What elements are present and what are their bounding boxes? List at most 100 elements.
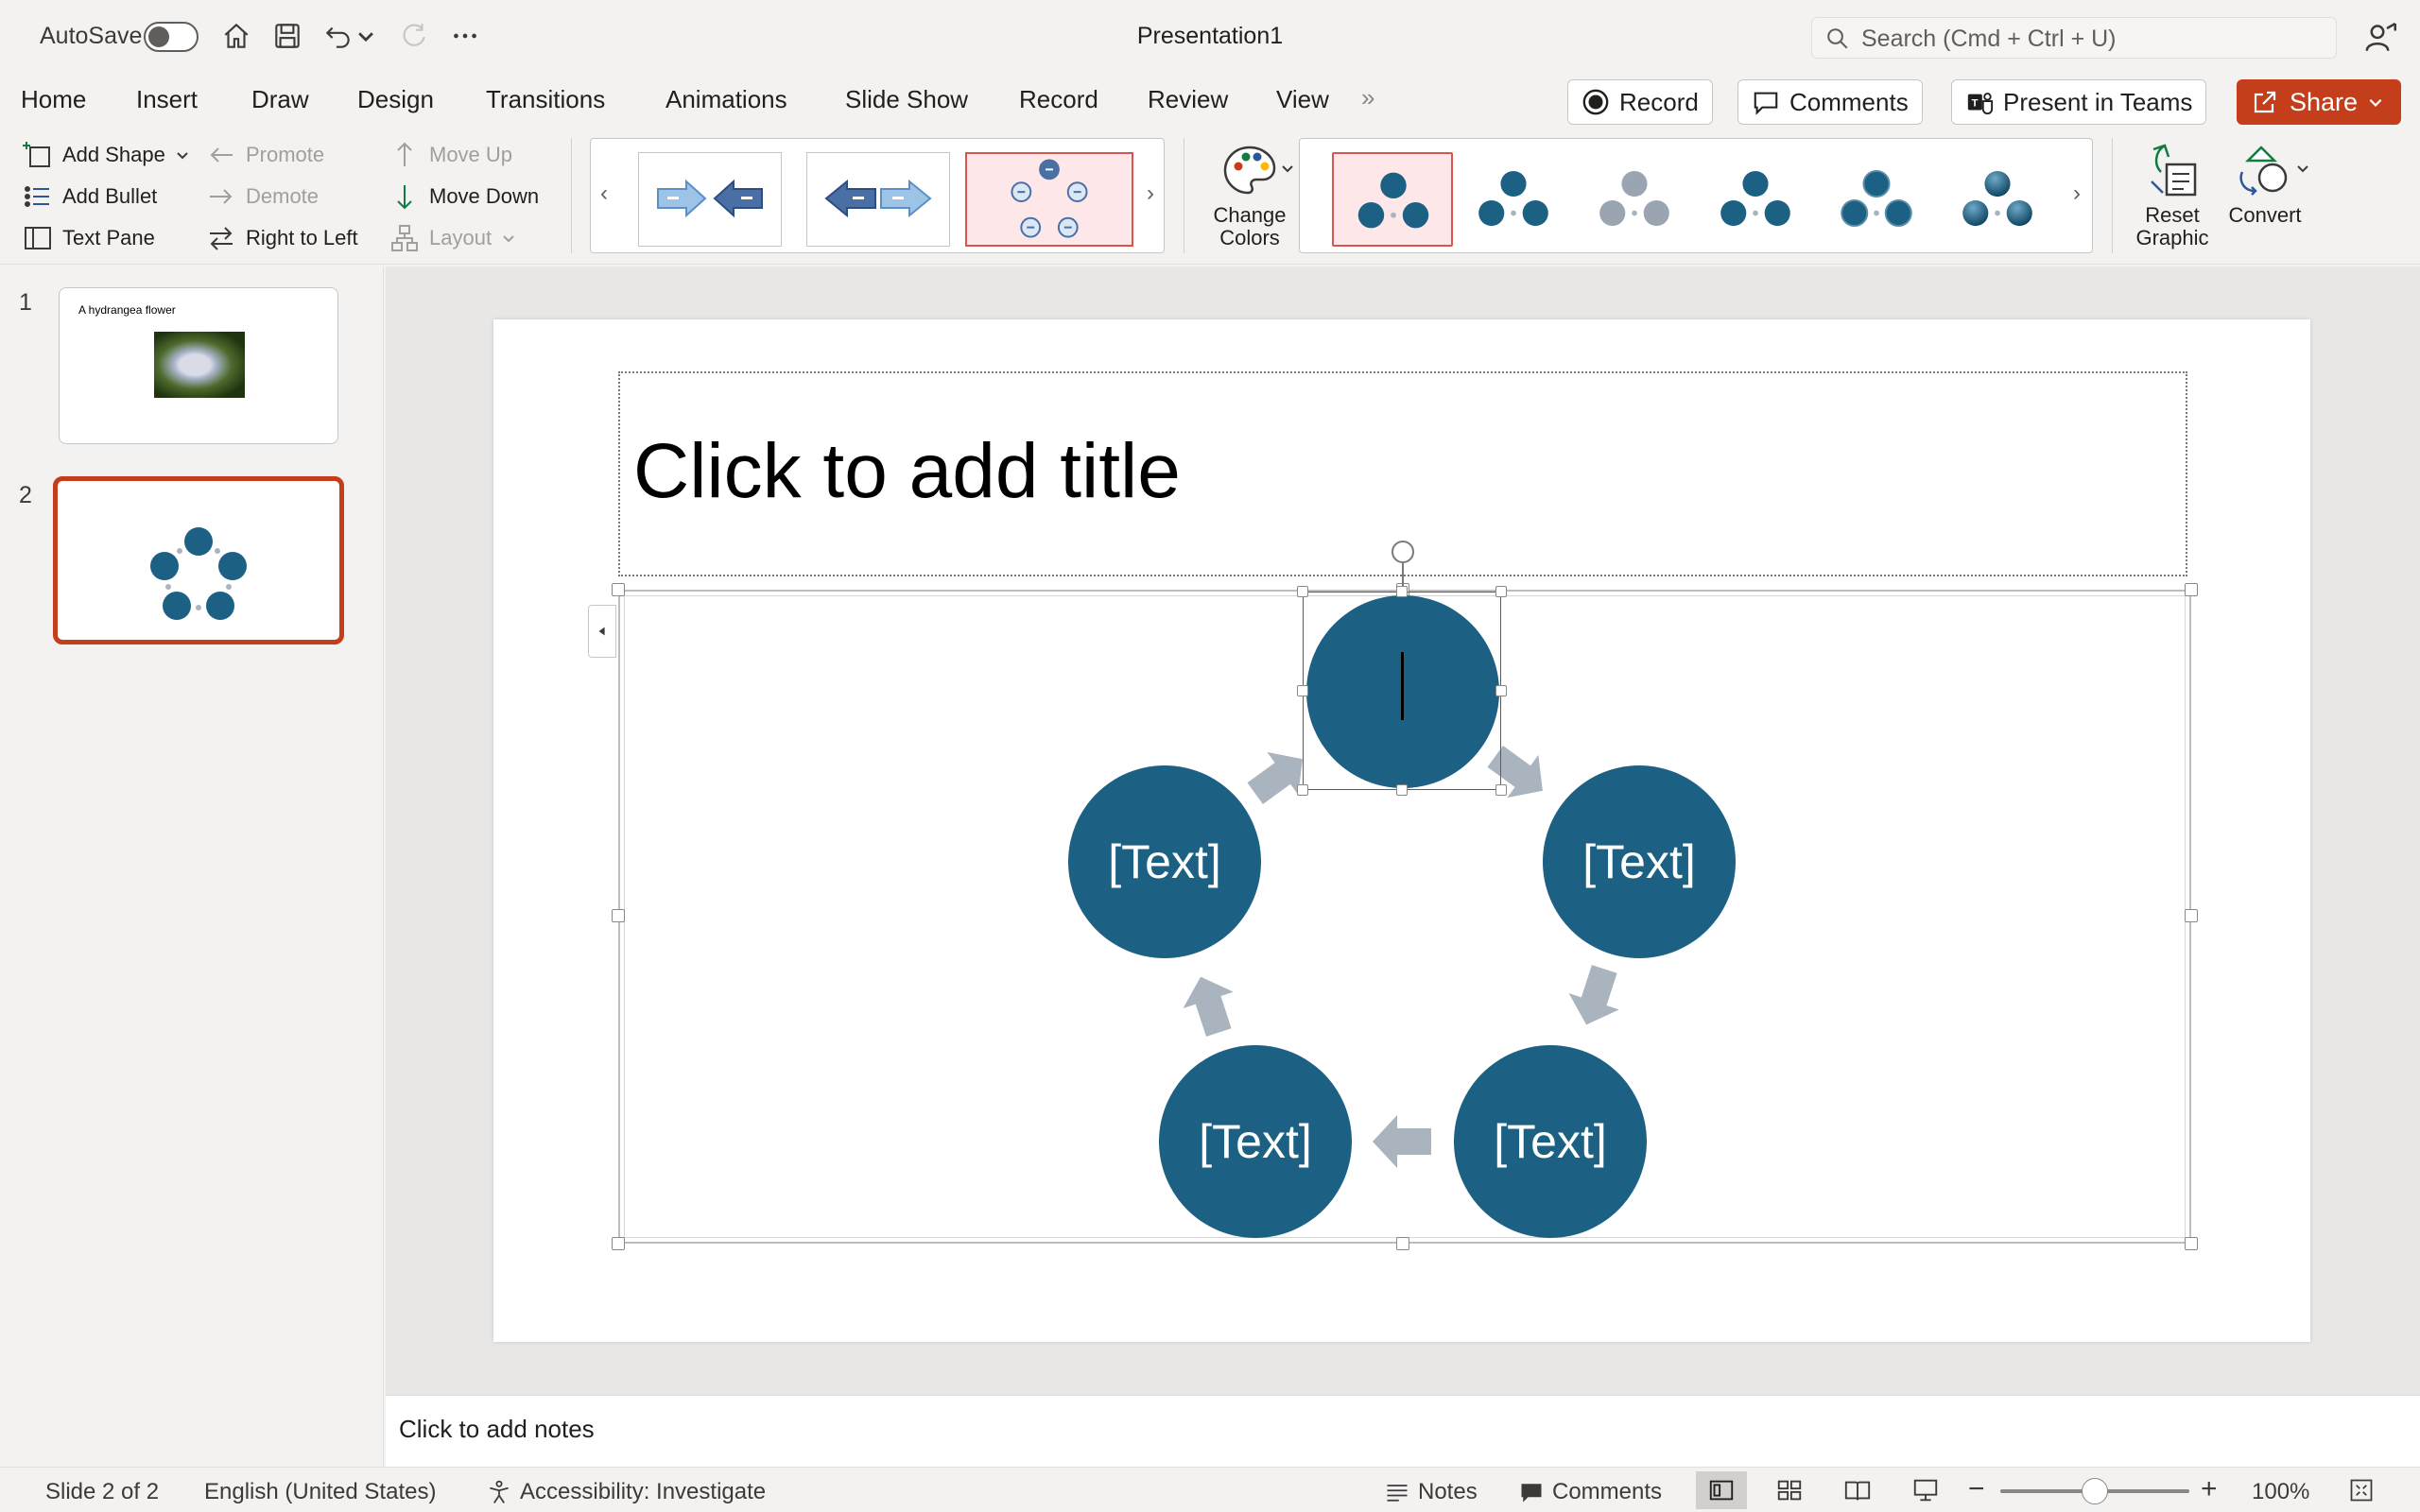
right-to-left-button[interactable]: Right to Left xyxy=(206,223,358,253)
fit-window-icon xyxy=(2350,1479,2373,1502)
tab-record[interactable]: Record xyxy=(1019,85,1098,114)
layout-diverging-arrows[interactable] xyxy=(806,152,950,247)
node-resize-handle[interactable] xyxy=(1495,685,1507,696)
ribbon-separator xyxy=(571,138,572,253)
fit-to-window-button[interactable] xyxy=(2348,1477,2382,1503)
resize-handle[interactable] xyxy=(612,1237,625,1250)
notes-label: Notes xyxy=(1418,1479,1478,1504)
text-pane-icon xyxy=(25,227,51,249)
node-resize-handle[interactable] xyxy=(1495,784,1507,796)
demote-button: Demote xyxy=(206,181,319,212)
text-pane-toggle[interactable] xyxy=(588,605,616,658)
reset-graphic-button[interactable]: Reset Graphic xyxy=(2125,140,2220,249)
style-simple-fill-selected[interactable] xyxy=(1332,152,1453,247)
style-moderate-effect[interactable] xyxy=(1697,152,1814,247)
tab-animations[interactable]: Animations xyxy=(666,85,787,114)
text-pane-button[interactable]: Text Pane xyxy=(23,223,155,253)
zoom-out-icon[interactable]: − xyxy=(1968,1473,1985,1505)
notes-pane[interactable]: Click to add notes xyxy=(386,1395,2420,1467)
tab-review[interactable]: Review xyxy=(1148,85,1228,114)
resize-handle[interactable] xyxy=(612,909,625,922)
node-resize-handle[interactable] xyxy=(1297,586,1308,597)
tab-view[interactable]: View xyxy=(1276,85,1329,114)
ribbon-separator xyxy=(2112,138,2113,253)
resize-handle[interactable] xyxy=(2185,1237,2198,1250)
status-comments-button[interactable]: Comments xyxy=(1518,1479,1662,1505)
notes-placeholder[interactable]: Click to add notes xyxy=(399,1415,595,1444)
convert-button[interactable]: Convert xyxy=(2220,140,2310,227)
arrow-right-icon xyxy=(210,189,233,204)
resize-handle[interactable] xyxy=(2185,909,2198,922)
tab-insert[interactable]: Insert xyxy=(136,85,198,114)
node-resize-handle[interactable] xyxy=(1297,685,1308,696)
gallery-next-icon[interactable]: › xyxy=(1147,180,1154,207)
notes-button[interactable]: Notes xyxy=(1384,1479,1478,1505)
arrow-left-icon xyxy=(210,147,233,163)
style-white-outline[interactable] xyxy=(1455,152,1572,247)
layout-converging-arrows[interactable] xyxy=(638,152,782,247)
slide-show-view-button[interactable] xyxy=(1900,1471,1951,1509)
zoom-in-icon[interactable]: + xyxy=(2201,1473,2218,1505)
add-bullet-button[interactable]: Add Bullet xyxy=(23,181,157,212)
smartart-thumbnail xyxy=(150,527,247,620)
home-icon[interactable] xyxy=(217,17,255,55)
record-button[interactable]: Record xyxy=(1567,79,1713,125)
zoom-slider-thumb[interactable] xyxy=(2082,1478,2108,1504)
accessibility-button[interactable]: Accessibility: Investigate xyxy=(486,1479,766,1505)
language-indicator[interactable]: English (United States) xyxy=(204,1479,436,1505)
reading-view-icon xyxy=(1844,1481,1871,1501)
add-shape-dropdown-icon xyxy=(177,152,188,160)
node-resize-handle[interactable] xyxy=(1396,586,1408,597)
save-icon[interactable] xyxy=(268,17,306,55)
cycle-node-2[interactable]: [Text] xyxy=(1543,765,1736,958)
comments-label: Comments xyxy=(1789,87,1909,116)
share-button[interactable]: Share xyxy=(2237,79,2401,125)
resize-handle[interactable] xyxy=(1396,1237,1409,1250)
title-placeholder-text[interactable]: Click to add title xyxy=(633,427,1181,516)
tab-design[interactable]: Design xyxy=(357,85,434,114)
style-3d-polished[interactable] xyxy=(1939,152,2056,247)
accessibility-icon xyxy=(490,1480,509,1503)
styles-next-icon[interactable]: › xyxy=(2073,180,2081,207)
undo-icon[interactable] xyxy=(320,17,357,55)
slide-thumbnail-1[interactable]: A hydrangea flower xyxy=(59,287,338,444)
more-options-icon[interactable] xyxy=(446,17,484,55)
tab-slide-show[interactable]: Slide Show xyxy=(845,85,968,114)
comments-button[interactable]: Comments xyxy=(1737,79,1923,125)
cycle-node-3[interactable]: [Text] xyxy=(1454,1045,1647,1238)
undo-dropdown-icon[interactable] xyxy=(355,17,376,55)
reading-view-button[interactable] xyxy=(1832,1471,1883,1509)
gallery-prev-icon[interactable]: ‹ xyxy=(600,180,608,207)
slide-sorter-view-button[interactable] xyxy=(1764,1471,1815,1509)
layout-basic-cycle-selected[interactable] xyxy=(965,152,1133,247)
tab-transitions[interactable]: Transitions xyxy=(486,85,605,114)
node-resize-handle[interactable] xyxy=(1297,784,1308,796)
node-resize-handle[interactable] xyxy=(1396,784,1408,796)
autosave-toggle[interactable] xyxy=(144,22,199,52)
node-resize-handle[interactable] xyxy=(1495,586,1507,597)
cycle-node-5[interactable]: [Text] xyxy=(1068,765,1261,958)
tab-home[interactable]: Home xyxy=(21,85,86,114)
move-down-button[interactable]: Move Down xyxy=(389,181,539,212)
zoom-level[interactable]: 100% xyxy=(2252,1479,2309,1505)
cycle-node-4[interactable]: [Text] xyxy=(1159,1045,1352,1238)
share-person-icon[interactable] xyxy=(2363,19,2401,57)
style-intense-effect[interactable] xyxy=(1818,152,1935,247)
search-input[interactable] xyxy=(1861,24,2325,54)
add-shape-button[interactable]: Add Shape xyxy=(23,140,199,170)
move-up-label: Move Up xyxy=(429,143,513,166)
tab-draw[interactable]: Draw xyxy=(251,85,309,114)
present-in-teams-button[interactable]: T Present in Teams xyxy=(1951,79,2207,125)
style-subtle-effect[interactable] xyxy=(1576,152,1693,247)
rotate-handle-icon[interactable] xyxy=(1392,541,1414,563)
promote-label: Promote xyxy=(246,143,325,166)
normal-view-button[interactable] xyxy=(1696,1471,1747,1509)
tabs-overflow-icon[interactable]: » xyxy=(1361,83,1374,112)
org-chart-icon xyxy=(391,225,418,251)
slide-thumbnail-2[interactable] xyxy=(53,476,344,644)
reset-graphic-label-line1: Reset xyxy=(2145,203,2200,227)
change-colors-button[interactable]: Change Colors xyxy=(1202,140,1297,249)
resize-handle[interactable] xyxy=(612,583,625,596)
resize-handle[interactable] xyxy=(2185,583,2198,596)
search-box[interactable] xyxy=(1811,17,2337,59)
